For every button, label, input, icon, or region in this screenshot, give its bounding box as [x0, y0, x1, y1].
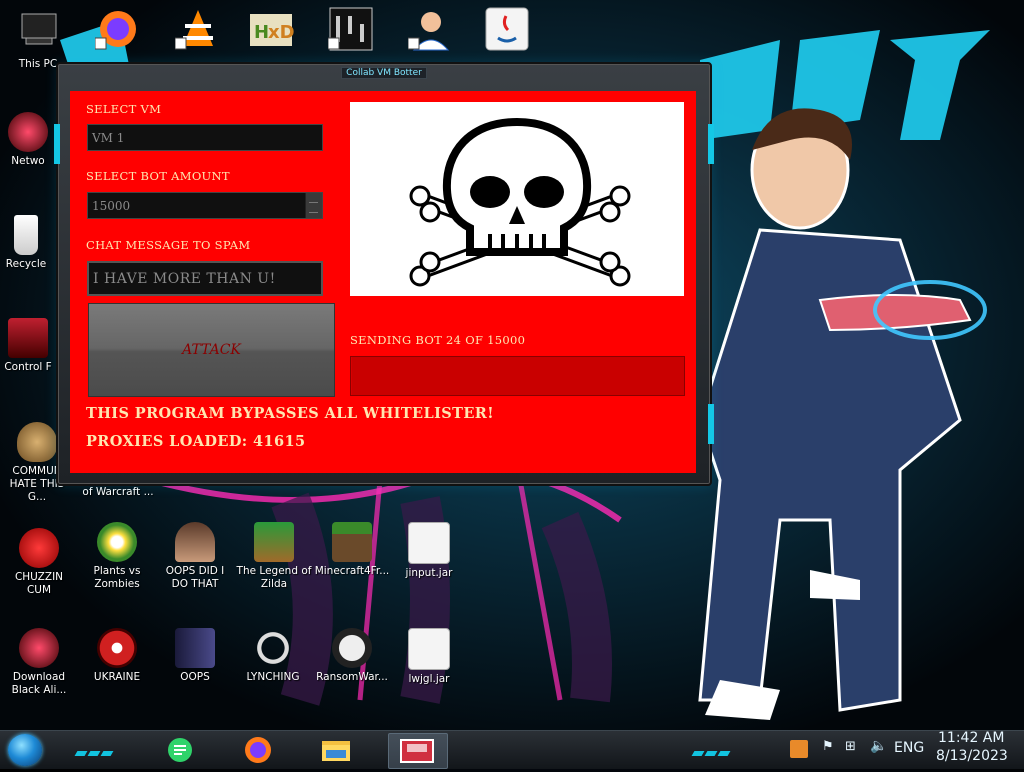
desktop-icon-legend-of-zilda[interactable]: The Legend of Zilda [236, 522, 312, 591]
java-icon[interactable] [484, 6, 530, 52]
desktop-icon-label: Download Black Ali... [11, 671, 67, 696]
desktop-icon-label: of Warcraft ... [82, 486, 154, 498]
collab-vm-botter-window[interactable]: Collab VM Botter SELECT VM VM 1 SELECT B… [54, 62, 714, 486]
desktop-icon-ransomware[interactable]: RansomWar... [314, 628, 390, 684]
desktop-icon-label: Plants vs Zombies [93, 565, 141, 590]
desktop-icon-label: LYNCHING [246, 671, 300, 683]
desktop-icon-label: jinput.jar [405, 567, 453, 579]
desktop-icon-oops[interactable]: OOPS [160, 628, 230, 684]
doctor-icon[interactable] [407, 6, 454, 52]
firefox-taskbar-icon[interactable] [238, 733, 278, 767]
this-pc-icon[interactable] [20, 10, 60, 50]
volume-icon[interactable]: 🔈 [870, 738, 887, 754]
network-icon [8, 112, 48, 152]
window-accent-right-lower [708, 404, 714, 444]
clock-date[interactable]: 8/13/2023 [936, 748, 1008, 764]
desktop-icon-label: This PC [18, 58, 58, 70]
proxies-loaded-text: PROXIES LOADED: 41615 [86, 433, 306, 450]
desktop-icon-control-panel[interactable]: Control F [0, 318, 58, 374]
progress-status-text: SENDING BOT 24 OF 15000 [350, 333, 526, 347]
bot-amount-stepper[interactable]: 15000 [87, 192, 323, 219]
network-tray-icon[interactable]: ⊞ [845, 739, 856, 754]
vlc-icon[interactable] [174, 6, 221, 52]
main-panel: SELECT VM VM 1 SELECT BOT AMOUNT 15000 C… [70, 91, 696, 473]
flag-icon[interactable]: ⚑ [822, 739, 834, 754]
taskbar-decor-left [74, 741, 115, 756]
desktop-icon-recycle[interactable]: Recycle [0, 215, 56, 271]
flower-icon [97, 522, 137, 562]
desktop-icon-label: OOPS [180, 671, 210, 683]
tray-app-icon[interactable] [790, 740, 808, 758]
desktop-icon-network[interactable]: Netwo [0, 112, 58, 168]
portrait-icon [175, 522, 215, 562]
skull-crossbones-icon [409, 117, 631, 287]
desktop-icon-label: OOPS DID I DO THAT [165, 565, 225, 590]
bot-amount-value: 15000 [92, 198, 131, 213]
desktop-icon-label: CHUZZIN CUM [14, 571, 64, 596]
desktop-icon-label: Control F [4, 361, 52, 373]
attack-button-label: ATTACK [182, 342, 241, 358]
stepper-arrows[interactable] [305, 193, 322, 218]
clock-time[interactable]: 11:42 AM [938, 730, 1004, 746]
window-title: Collab VM Botter [341, 67, 427, 79]
bypass-notice: THIS PROGRAM BYPASSES ALL WHITELISTER! [86, 405, 495, 422]
hxd-icon[interactable]: HxD [248, 6, 295, 52]
progress-fill [351, 357, 352, 395]
svg-text:xD: xD [268, 22, 294, 43]
file-explorer-icon[interactable] [316, 733, 356, 767]
skull-image [350, 102, 684, 296]
java-jar-icon [408, 628, 450, 670]
desktop-icon-jinput[interactable]: jinput.jar [394, 522, 464, 580]
money-bag-icon [17, 422, 57, 462]
attack-button[interactable]: ATTACK [88, 303, 335, 397]
desktop-icon-label: Recycle [5, 258, 47, 270]
language-indicator[interactable]: ENG [894, 740, 924, 756]
bot-progress-bar [350, 356, 685, 396]
desktop-icon-label: RansomWar... [316, 671, 388, 683]
desktop-icon-label: Minecraft4Fr... [314, 565, 390, 577]
desktop-icon-minecraft[interactable]: Minecraft4Fr... [314, 522, 390, 578]
desktop-icon-label: Netwo [11, 155, 45, 167]
vm-window-icon[interactable] [388, 733, 448, 769]
control-panel-icon [8, 318, 48, 358]
chat-message-label: CHAT MESSAGE TO SPAM [86, 238, 251, 252]
desktop-icon-lynching[interactable]: LYNCHING [238, 628, 308, 684]
desktop-icon-lwjgl[interactable]: lwjgl.jar [394, 628, 464, 686]
window-accent-right [708, 124, 714, 164]
rope-icon [253, 628, 293, 668]
select-vm-input[interactable]: VM 1 [87, 124, 323, 151]
notes-app-icon[interactable] [160, 733, 200, 767]
desktop-icon-oops-did-i[interactable]: OOPS DID I DO THAT [160, 522, 230, 591]
window-title-bar[interactable]: Collab VM Botter [58, 67, 710, 79]
desktop-icon-download-black[interactable]: Download Black Ali... [4, 628, 74, 697]
desktop-icon-warcraft[interactable]: of Warcraft ... [78, 486, 158, 499]
alien-orb-icon [19, 628, 59, 668]
taskbar: ⚑ ⊞ 🔈 ENG 11:42 AM 8/13/2023 [0, 730, 1024, 769]
window-accent-left [54, 124, 60, 164]
chat-message-input[interactable]: I HAVE MORE THAN U! [87, 261, 323, 296]
taskbar-decor-right [691, 741, 732, 756]
start-button[interactable] [8, 734, 42, 766]
desktop-icon-plants-vs-zombies[interactable]: Plants vs Zombies [82, 522, 152, 591]
skull-icon [332, 628, 372, 668]
bot-amount-label: SELECT BOT AMOUNT [86, 169, 230, 183]
book-icon [175, 628, 215, 668]
svg-text:H: H [254, 22, 269, 43]
chuzzle-icon [19, 528, 59, 568]
firefox-icon[interactable] [94, 6, 141, 52]
select-vm-label: SELECT VM [86, 102, 162, 116]
java-jar-icon [408, 522, 450, 564]
desktop-icon-label: The Legend of Zilda [236, 565, 312, 590]
recycle-bin-icon [14, 215, 38, 255]
desktop-icon-label: UKRAINE [93, 671, 141, 683]
pixel-hero-icon [254, 522, 294, 562]
radiation-icon [97, 628, 137, 668]
minecraft-block-icon [332, 522, 372, 562]
desktop-icon-chuzzin[interactable]: CHUZZIN CUM [4, 528, 74, 597]
maze-app-icon[interactable] [327, 6, 374, 52]
desktop-icon-ukraine[interactable]: UKRAINE [82, 628, 152, 684]
desktop-icon-label: lwjgl.jar [408, 673, 450, 685]
